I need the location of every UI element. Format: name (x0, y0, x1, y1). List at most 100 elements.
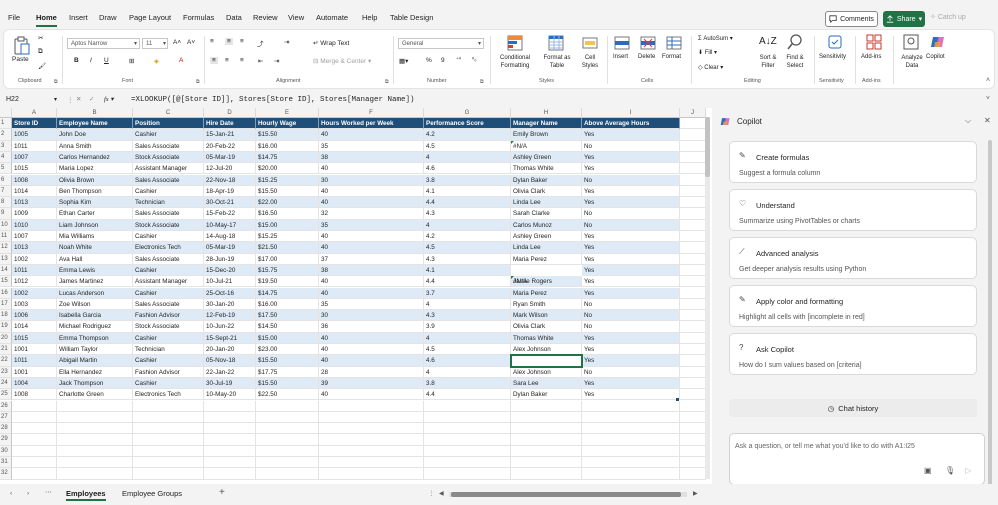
table-cell[interactable]: Cashier (133, 185, 204, 198)
row-header[interactable]: 20 (0, 332, 12, 344)
table-cell[interactable]: 1009 (12, 208, 57, 220)
empty-cell[interactable] (680, 457, 706, 469)
table-header-cell[interactable]: Employee Name (57, 118, 133, 130)
column-header-e[interactable]: E (256, 108, 319, 118)
table-cell[interactable]: 30-Jul-19 (204, 377, 256, 390)
align-center-icon[interactable]: ≡ (225, 57, 229, 64)
empty-cell[interactable] (319, 457, 424, 469)
table-cell[interactable]: Abigail Martin (57, 355, 133, 367)
empty-cell[interactable] (680, 366, 706, 378)
fill-color-icon[interactable]: ◈ (154, 57, 159, 65)
table-cell[interactable]: Thomas White (511, 332, 582, 344)
microphone-icon[interactable]: 🎙 (945, 466, 955, 475)
table-cell[interactable]: 1007 (12, 151, 57, 164)
table-cell[interactable]: 4 (424, 366, 511, 378)
row-header[interactable]: 18 (0, 310, 12, 322)
autosum-button[interactable]: Σ AutoSum ▾ (698, 35, 733, 42)
column-header-d[interactable]: D (204, 108, 256, 118)
insert-cells-icon[interactable] (614, 35, 630, 51)
table-cell[interactable]: $17.00 (256, 253, 319, 265)
empty-cell[interactable] (133, 400, 204, 412)
table-cell[interactable]: $14.75 (256, 287, 319, 299)
table-cell[interactable]: 1012 (12, 276, 57, 288)
decrease-font-icon[interactable]: A˅ (187, 39, 195, 46)
table-cell[interactable]: Yes (582, 287, 680, 299)
expand-formula-icon[interactable]: ˅ (986, 95, 990, 102)
format-button[interactable]: Format (662, 54, 681, 60)
close-icon[interactable]: ✕ (984, 116, 991, 125)
table-cell[interactable]: Yes (582, 264, 680, 277)
empty-cell[interactable] (680, 344, 706, 356)
table-cell[interactable]: 20-Feb-22 (204, 140, 256, 152)
table-cell[interactable]: $20.00 (256, 163, 319, 175)
table-cell[interactable]: No (582, 140, 680, 152)
table-cell[interactable]: Carlos Munoz (511, 219, 582, 231)
table-cell[interactable]: 4.2 (424, 231, 511, 243)
empty-cell[interactable] (12, 445, 57, 457)
row-header[interactable]: 15 (0, 276, 12, 288)
empty-cell[interactable] (680, 118, 706, 130)
table-cell[interactable]: 10-Jun-22 (204, 321, 256, 333)
empty-cell[interactable] (204, 411, 256, 424)
table-cell[interactable]: 1013 (12, 242, 57, 254)
table-cell[interactable]: Yes (582, 185, 680, 198)
scrollbar-thumb[interactable] (451, 492, 681, 497)
table-cell[interactable]: 4 (424, 298, 511, 311)
table-cell[interactable]: 1001 (12, 344, 57, 356)
table-cell[interactable]: $16.00 (256, 140, 319, 152)
empty-cell[interactable] (680, 298, 706, 311)
table-cell[interactable]: 1007 (12, 231, 57, 243)
table-cell[interactable]: Yes (582, 242, 680, 254)
row-header[interactable]: 11 (0, 231, 12, 243)
empty-cell[interactable] (133, 468, 204, 480)
table-cell[interactable]: Yes (582, 231, 680, 243)
table-cell[interactable]: 40 (319, 276, 424, 288)
table-cell[interactable]: Thomas White (511, 163, 582, 175)
table-cell[interactable]: 40 (319, 185, 424, 198)
format-as-table-button[interactable]: Format as Table (539, 54, 575, 70)
row-header[interactable]: 23 (0, 366, 12, 378)
table-cell[interactable]: No (582, 366, 680, 378)
table-cell[interactable]: 4.6 (424, 355, 511, 367)
table-cell[interactable]: 28-Jun-19 (204, 253, 256, 265)
tab-page-layout[interactable]: Page Layout (129, 13, 171, 22)
table-cell[interactable]: 1011 (12, 355, 57, 367)
table-cell[interactable]: Anna Smith (57, 140, 133, 152)
table-header-cell[interactable]: Hourly Wage (256, 118, 319, 130)
font-name-select[interactable]: Aptos Narrow ▾ (67, 38, 140, 49)
table-cell[interactable]: 10-Jul-21 (204, 276, 256, 288)
table-cell[interactable]: Jack Thompson (57, 377, 133, 390)
column-header-h[interactable]: H (511, 108, 582, 118)
delete-cells-icon[interactable] (640, 35, 656, 51)
table-cell[interactable]: Ashley Green (511, 151, 582, 164)
sheet-tab-employee-groups[interactable]: Employee Groups (122, 489, 182, 498)
table-cell[interactable]: 40 (319, 344, 424, 356)
table-cell[interactable]: 40 (319, 129, 424, 141)
table-cell[interactable]: $15.50 (256, 355, 319, 367)
table-cell[interactable]: 4.4 (424, 276, 511, 288)
align-top-icon[interactable]: ≡ (210, 38, 214, 45)
pane-scrollbar[interactable] (988, 140, 992, 490)
chevron-right-icon[interactable]: › (27, 490, 29, 497)
column-header-a[interactable]: A (12, 108, 57, 118)
table-cell[interactable]: 3.7 (424, 287, 511, 299)
table-cell[interactable]: 1011 (12, 264, 57, 277)
empty-cell[interactable] (319, 434, 424, 446)
table-cell[interactable]: 40 (319, 231, 424, 243)
tab-help[interactable]: Help (362, 13, 377, 22)
table-cell[interactable]: Stock Associate (133, 321, 204, 333)
table-cell[interactable]: Sara Lee (511, 377, 582, 390)
add-ins-icon[interactable] (866, 34, 882, 50)
underline-icon[interactable]: U (104, 57, 109, 64)
table-cell[interactable]: 20-Jan-20 (204, 344, 256, 356)
table-cell[interactable]: John Doe (57, 129, 133, 141)
sort-filter-icon[interactable]: A↓Z (759, 36, 777, 47)
table-cell[interactable]: Yes (582, 197, 680, 209)
table-cell[interactable]: 1011 (12, 140, 57, 152)
empty-cell[interactable] (133, 445, 204, 457)
empty-cell[interactable] (680, 377, 706, 390)
row-header[interactable]: 10 (0, 219, 12, 231)
decrease-indent-icon[interactable]: ⇤ (258, 57, 263, 65)
vertical-scrollbar[interactable] (705, 117, 710, 479)
table-cell[interactable]: Stock Associate (133, 151, 204, 164)
